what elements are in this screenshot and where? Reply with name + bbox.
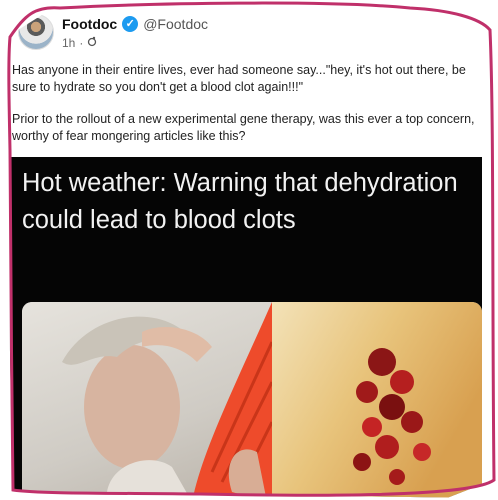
article-headline: Hot weather: Warning that dehydration co…	[22, 169, 458, 234]
avatar[interactable]	[18, 14, 54, 50]
meta-separator: ·	[79, 36, 84, 50]
author-handle[interactable]: @Footdoc	[143, 16, 208, 32]
article-photo	[22, 302, 482, 498]
post-paragraph-1: Has anyone in their entire lives, ever h…	[12, 63, 466, 94]
verified-badge-icon: ✓	[122, 16, 139, 32]
article-screenshot[interactable]: Hot weather: Warning that dehydration co…	[9, 157, 482, 498]
post-meta: 1h ·	[62, 36, 97, 50]
woman-with-fan-image	[22, 302, 274, 498]
globe-icon	[87, 36, 97, 50]
author-line: Footdoc ✓ @Footdoc	[62, 16, 208, 32]
author-display-name[interactable]: Footdoc	[62, 16, 117, 32]
screenshot-frame: Footdoc ✓ @Footdoc 1h · Has anyone in th…	[9, 2, 494, 498]
post-header: Footdoc ✓ @Footdoc 1h ·	[18, 14, 478, 54]
post-timestamp[interactable]: 1h	[62, 36, 75, 50]
blood-clot-illustration	[272, 302, 482, 498]
post-body: Has anyone in their entire lives, ever h…	[12, 62, 490, 160]
post-paragraph-2: Prior to the rollout of a new experiment…	[12, 112, 475, 143]
